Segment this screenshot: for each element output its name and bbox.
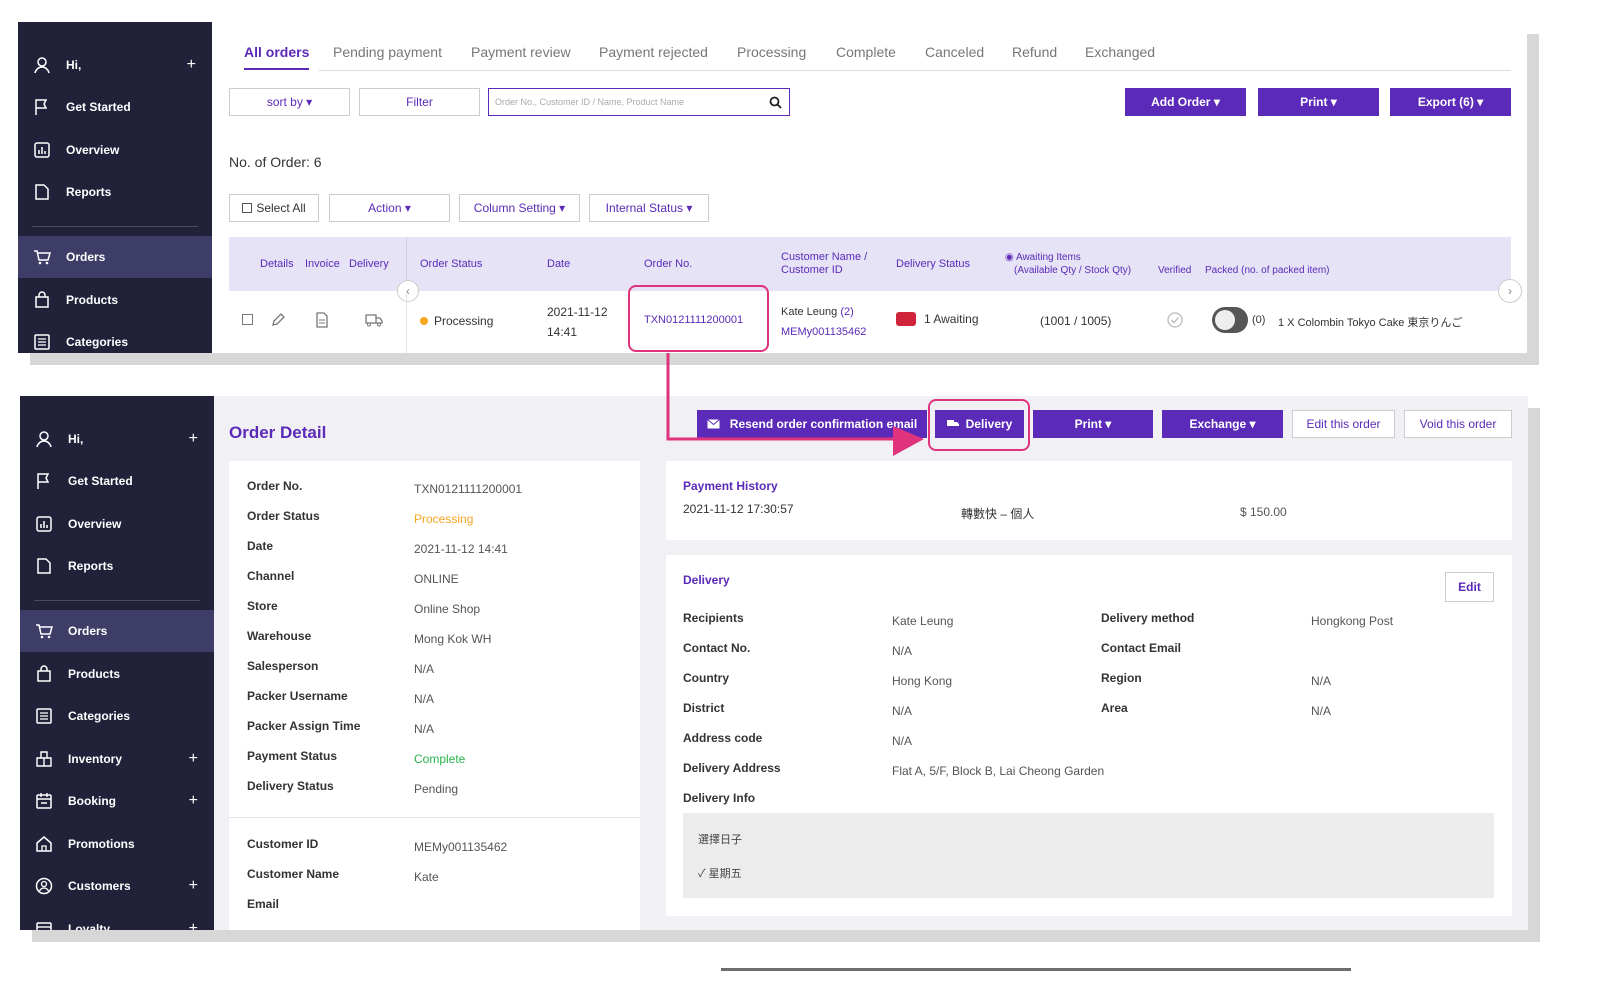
- connector-line: [666, 353, 896, 441]
- arrow-head: [893, 426, 924, 456]
- bottom-edge-fragment: [721, 968, 1351, 971]
- connector-arrow: [666, 353, 924, 456]
